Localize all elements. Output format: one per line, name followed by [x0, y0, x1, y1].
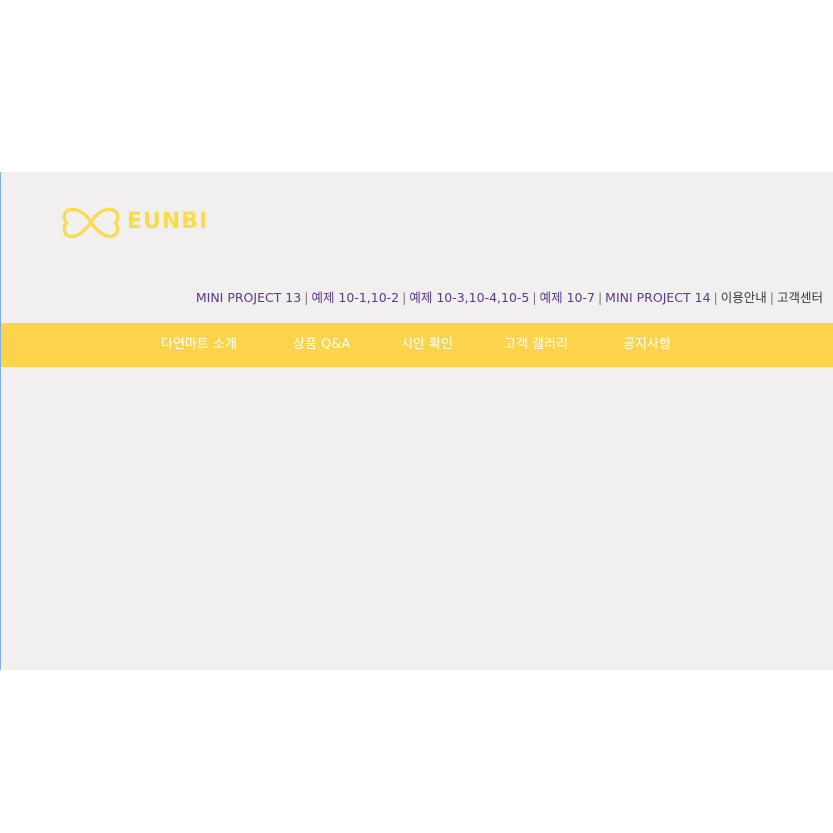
- link-separator: |: [532, 290, 537, 305]
- link-separator: |: [597, 290, 603, 305]
- link-example-10-3[interactable]: 예제 10-3,10-4,10-5: [409, 290, 529, 305]
- link-example-10-1[interactable]: 예제 10-1,10-2: [311, 290, 399, 305]
- link-customer-center[interactable]: 고객센터: [777, 290, 823, 305]
- main-nav: 다연마트 소개 상품 Q&A 시안 확인 고객 갤러리 공지사항: [1, 323, 833, 367]
- link-separator: |: [304, 290, 309, 305]
- link-separator: |: [769, 290, 774, 305]
- logo-text: EUNBI: [127, 209, 209, 234]
- nav-item-notices[interactable]: 공지사항: [623, 323, 671, 367]
- top-links: MINI PROJECT 13 | 예제 10-1,10-2 | 예제 10-3,10-…: [196, 290, 823, 306]
- site-logo[interactable]: EUNBI: [61, 205, 208, 239]
- link-example-10-7[interactable]: 예제 10-7: [540, 290, 595, 305]
- page-frame: EUNBI MINI PROJECT 13 | 예제 10-1,10-2 | 예제 10…: [0, 172, 833, 670]
- link-mini-project-14[interactable]: MINI PROJECT 14: [605, 290, 710, 305]
- nav-item-customer-gallery[interactable]: 고객 갤러리: [504, 323, 568, 367]
- link-usage-guide[interactable]: 이용안내: [721, 290, 767, 305]
- nav-item-draft-check[interactable]: 시안 확인: [401, 323, 453, 367]
- nav-item-about[interactable]: 다연마트 소개: [161, 323, 237, 367]
- link-separator: |: [713, 290, 718, 305]
- nav-item-product-qa[interactable]: 상품 Q&A: [293, 323, 350, 367]
- link-separator: |: [402, 290, 407, 305]
- link-mini-project-13[interactable]: MINI PROJECT 13: [196, 290, 301, 305]
- infinity-heart-logo-icon: [61, 205, 121, 239]
